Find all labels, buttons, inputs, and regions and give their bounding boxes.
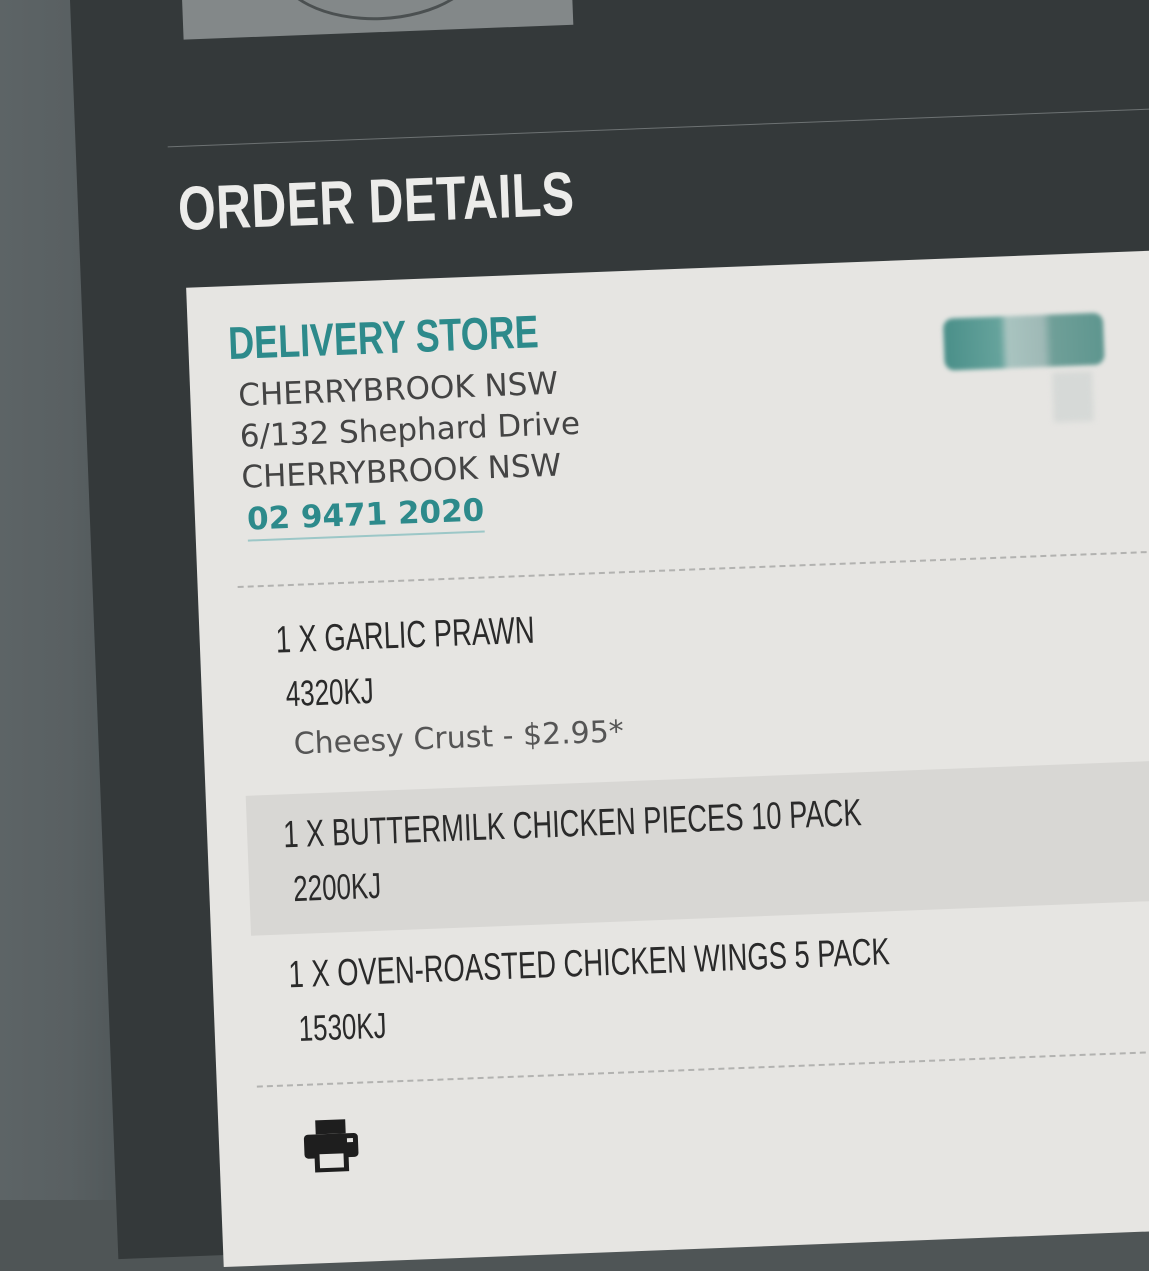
item-option: Cheesy Crust - $2.95*: [293, 714, 625, 762]
item-energy: 1530KJ: [297, 1004, 388, 1049]
item-energy: 4320KJ: [285, 669, 375, 715]
printer-icon[interactable]: [300, 1117, 362, 1175]
redacted-badge-secondary: [1052, 371, 1094, 423]
product-image: [181, 0, 574, 40]
delivery-store-title: DELIVERY STORE: [227, 305, 540, 370]
item-name: 1 X GARLIC PRAWN: [274, 609, 536, 662]
order-item: 1 X GARLIC PRAWN 4320KJ Cheesy Crust - $…: [238, 553, 1149, 796]
order-details-card: DELIVERY STORE CHERRYBROOK NSW 6/132 She…: [186, 248, 1149, 1268]
item-energy: 2200KJ: [292, 864, 382, 910]
item-name: 1 X OVEN-ROASTED CHICKEN WINGS 5 PACK: [287, 931, 891, 997]
redacted-badge: [942, 312, 1105, 371]
store-name: CHERRYBROOK NSW: [237, 365, 559, 414]
store-phone-link[interactable]: 02 9471 2020: [246, 492, 486, 542]
store-suburb: CHERRYBROOK NSW: [240, 447, 562, 496]
screen: ORDER DETAILS DELIVERY STORE CHERRYBROOK…: [70, 0, 1149, 1268]
section-divider: [167, 106, 1149, 148]
store-street: 6/132 Shephard Drive: [239, 405, 581, 455]
item-name: 1 X BUTTERMILK CHICKEN PIECES 10 PACK: [282, 792, 863, 857]
product-image-ring: [273, 0, 484, 25]
page-title: ORDER DETAILS: [176, 159, 576, 244]
